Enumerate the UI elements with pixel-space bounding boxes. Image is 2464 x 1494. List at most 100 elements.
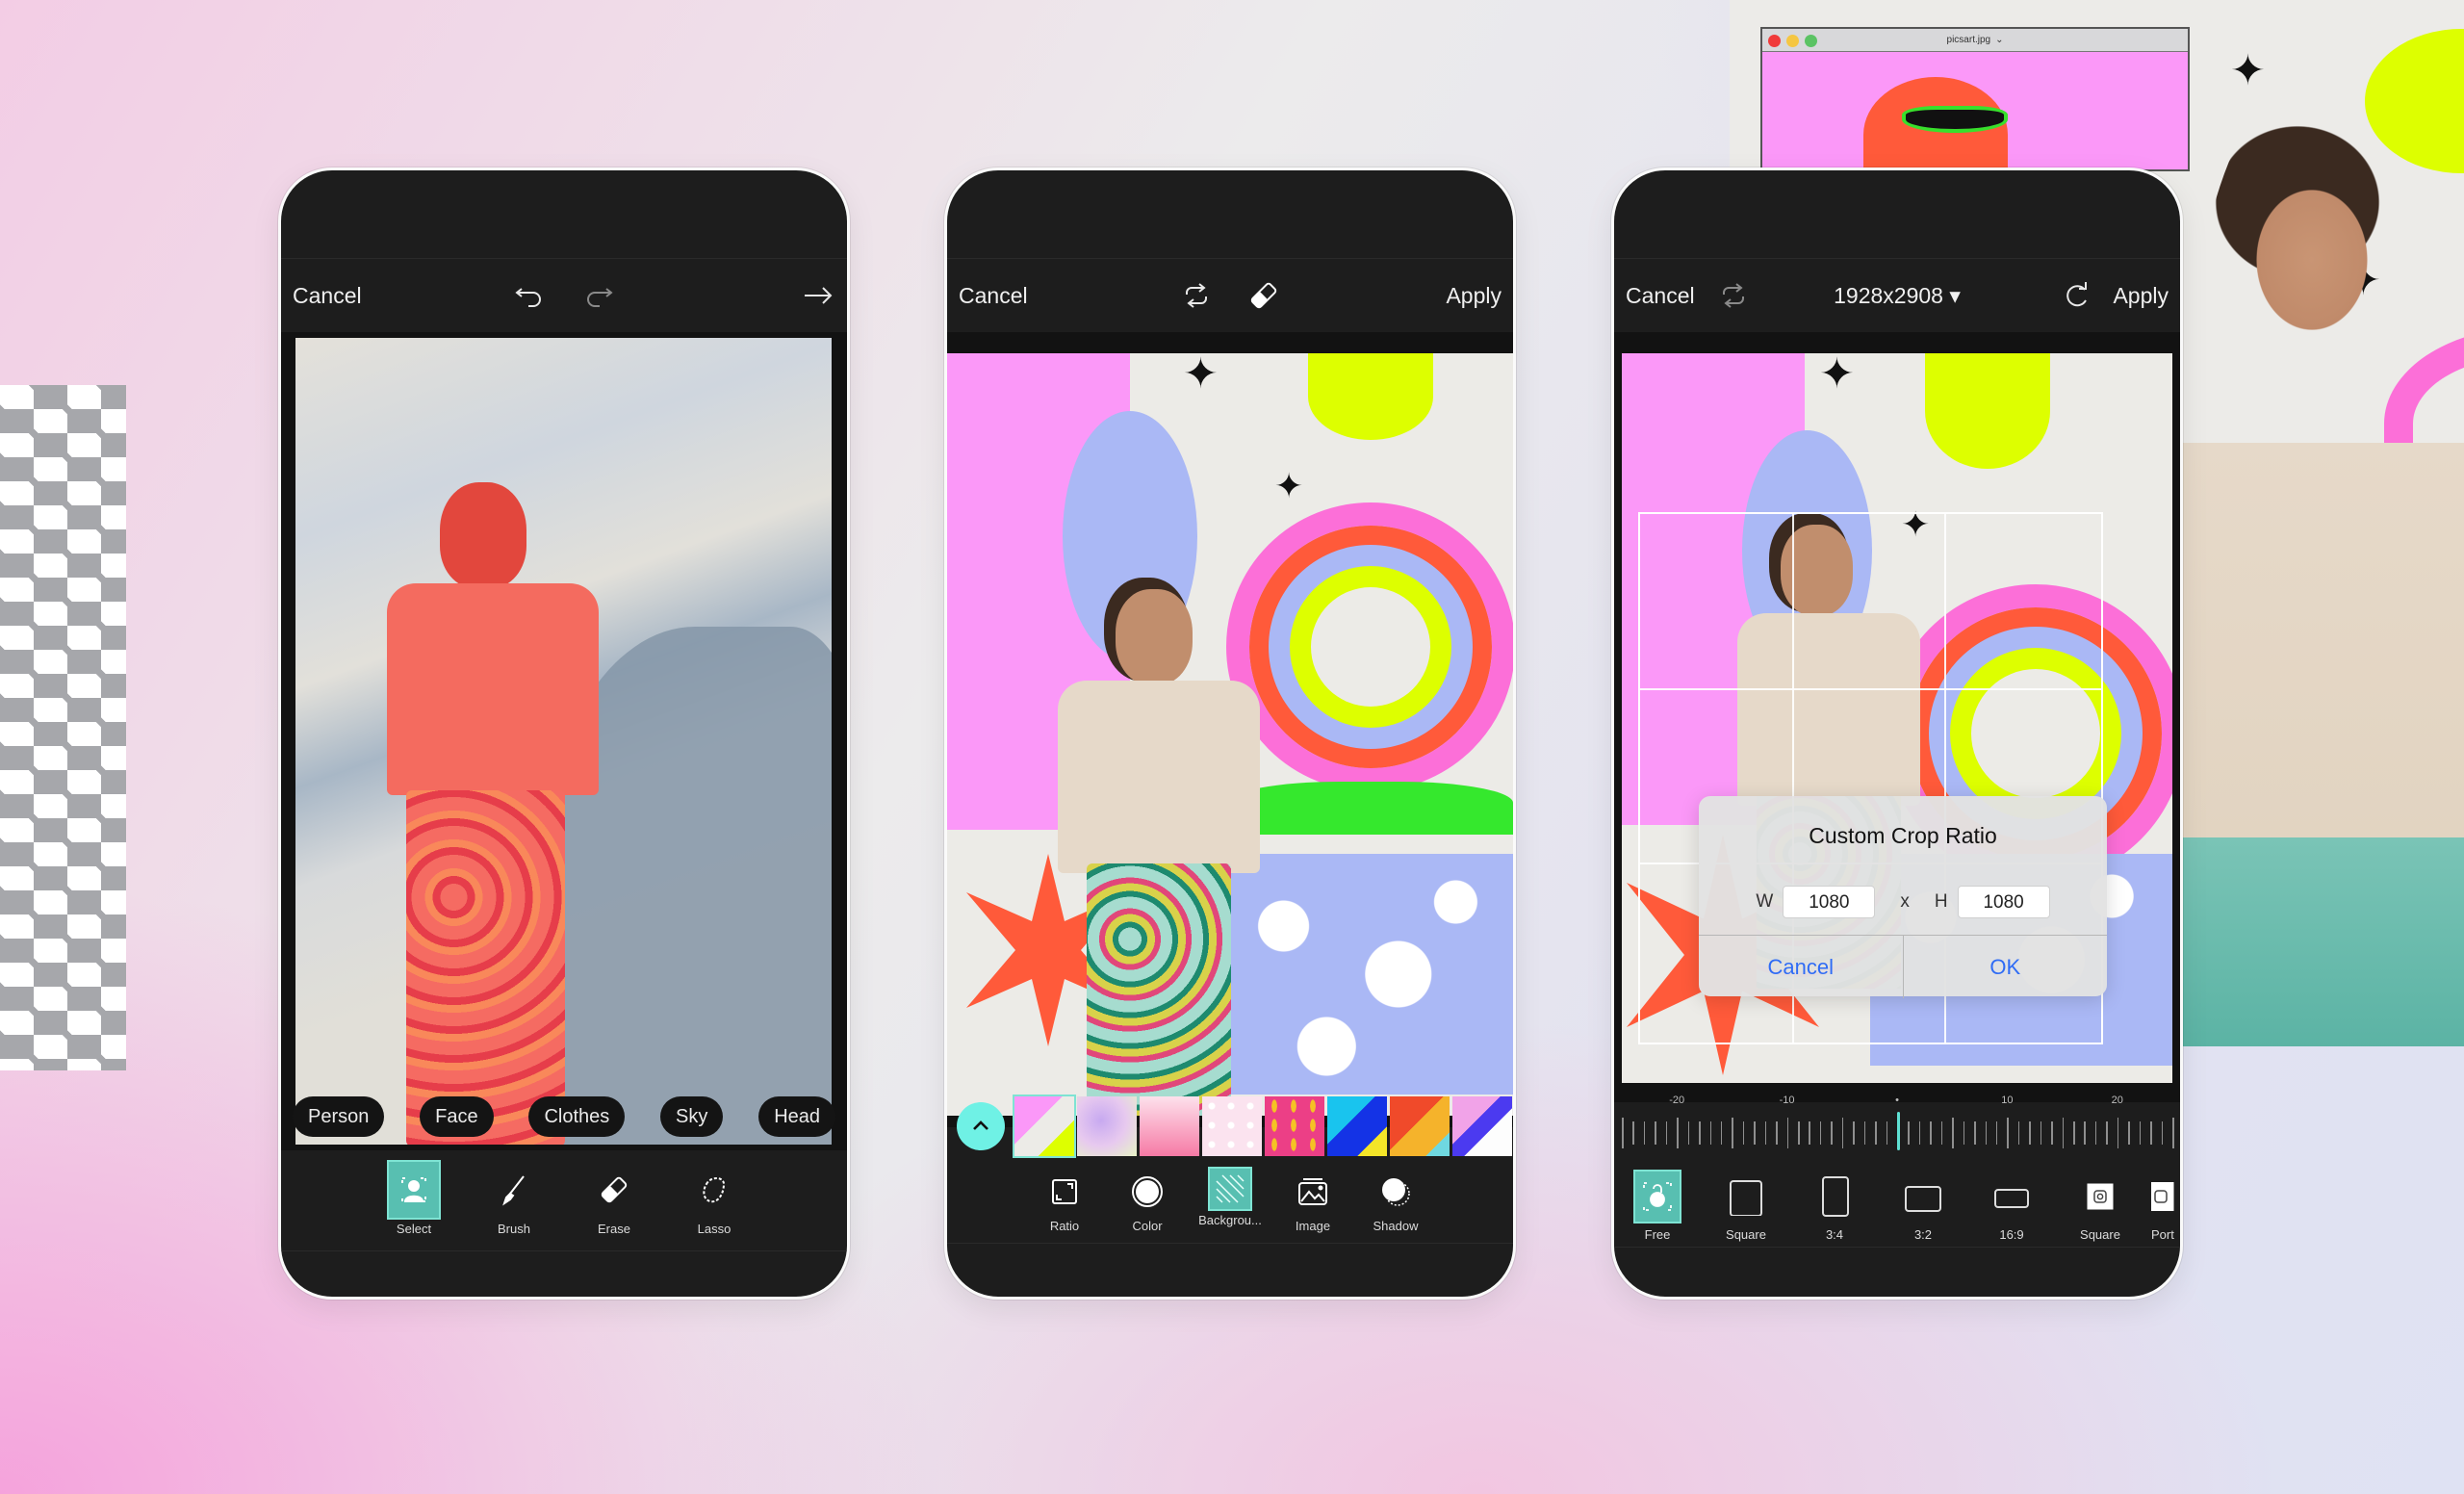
tool-bar: Ratio Color Backgrou... Image Shadow: [947, 1167, 1513, 1233]
unlock-free-icon: [1633, 1170, 1681, 1224]
ruler-tick: [1709, 1121, 1712, 1145]
canvas-area: ✦ ✦: [947, 332, 1513, 1127]
tool-label: Color: [1132, 1219, 1163, 1233]
straighten-ruler[interactable]: -20 -10 • 10 20: [1622, 1095, 2174, 1162]
eraser-icon[interactable]: [1246, 278, 1281, 313]
swatch-lilac-blur[interactable]: [1077, 1096, 1137, 1156]
swatch-blue-paint[interactable]: [1327, 1096, 1387, 1156]
photo-canvas[interactable]: [295, 338, 832, 1145]
minimize-window-dot[interactable]: [1786, 35, 1799, 47]
swatch-red-orange-paint[interactable]: [1390, 1096, 1450, 1156]
ruler-tick: [1776, 1121, 1778, 1145]
ratio-free[interactable]: Free: [1620, 1170, 1695, 1242]
ratio-instagram-portrait[interactable]: Port: [2151, 1170, 2180, 1242]
swatch-pink-gradient[interactable]: [1140, 1096, 1199, 1156]
chip-face[interactable]: Face: [420, 1096, 494, 1137]
ruler-tick: [1875, 1121, 1877, 1145]
tool-erase[interactable]: Erase: [564, 1160, 664, 1236]
tool-label: Ratio: [1049, 1219, 1080, 1233]
swatch-sticker-collage[interactable]: [1013, 1095, 1076, 1158]
landscape-3-2-icon: [1899, 1170, 1947, 1224]
dimensions-dropdown[interactable]: 1928x2908 ▾: [1834, 283, 1961, 309]
ruler-tick: [1798, 1121, 1800, 1145]
redo-icon[interactable]: [580, 278, 615, 313]
crop-grid-line: [1640, 688, 2101, 691]
ruler-label: 20: [2111, 1095, 2123, 1106]
traffic-lights: [1768, 35, 1817, 47]
chip-person[interactable]: Person: [293, 1096, 385, 1137]
instagram-square-icon: [2076, 1170, 2124, 1224]
custom-crop-ratio-dialog: Custom Crop Ratio W 1080 x H 1080 Cancel…: [1699, 796, 2108, 998]
width-label: W: [1756, 891, 1774, 912]
ratio-3-4[interactable]: 3:4: [1797, 1170, 1872, 1242]
tool-color[interactable]: Color: [1106, 1167, 1189, 1233]
ruler-tick: [1699, 1121, 1701, 1145]
top-toolbar: Cancel: [281, 259, 847, 332]
tool-image[interactable]: Image: [1271, 1167, 1354, 1233]
tool-brush[interactable]: Brush: [464, 1160, 564, 1236]
ratio-square[interactable]: Square: [1708, 1170, 1784, 1242]
photo-canvas[interactable]: ✦ ✦: [947, 353, 1513, 1116]
tool-label: Lasso: [697, 1222, 732, 1236]
ratio-instagram-square[interactable]: Square: [2063, 1170, 2138, 1242]
undo-icon[interactable]: [513, 278, 548, 313]
landscape-16-9-icon: [1988, 1170, 2036, 1224]
ruler-tick: [1687, 1121, 1690, 1145]
swatch-hot-pink-banana[interactable]: [1265, 1096, 1324, 1156]
swap-icon[interactable]: [1716, 278, 1751, 313]
ruler-tick: [1974, 1121, 1976, 1145]
ruler-label: •: [1895, 1095, 1899, 1106]
tool-shadow[interactable]: Shadow: [1354, 1167, 1437, 1233]
chevron-up-icon: [973, 1120, 988, 1130]
shadow-icon: [1369, 1167, 1423, 1217]
ruler-tick: [1863, 1121, 1866, 1145]
maximize-window-dot[interactable]: [1805, 35, 1817, 47]
selected-person-body: [387, 583, 599, 795]
tool-lasso[interactable]: Lasso: [664, 1160, 764, 1236]
person-photo-cutout: [2182, 87, 2464, 1046]
rotate-icon[interactable]: [2059, 278, 2093, 313]
phone-background-screen: Cancel Apply ✦ ✦ Ratio Color Backgrou...…: [944, 167, 1516, 1300]
ruler-tick: [1952, 1118, 1954, 1148]
apply-button[interactable]: Apply: [2113, 283, 2169, 309]
expand-panel-button[interactable]: [957, 1102, 1005, 1150]
planet-illustration: [1925, 353, 2050, 469]
height-input[interactable]: 1080: [1957, 886, 2050, 918]
tool-select[interactable]: Select: [364, 1160, 464, 1236]
ratio-16-9[interactable]: 16:9: [1974, 1170, 2049, 1242]
ruler-ticks[interactable]: [1622, 1112, 2174, 1158]
tool-ratio[interactable]: Ratio: [1023, 1167, 1106, 1233]
ruler-tick: [1918, 1121, 1921, 1145]
cancel-button[interactable]: Cancel: [1626, 283, 1695, 309]
tool-background[interactable]: Backgrou...: [1189, 1167, 1271, 1233]
brush-icon: [487, 1160, 541, 1220]
close-window-dot[interactable]: [1768, 35, 1781, 47]
ruler-tick: [2150, 1121, 2152, 1145]
dimension-inputs: W 1080 x H 1080: [1699, 869, 2107, 935]
width-input[interactable]: 1080: [1783, 886, 1876, 918]
person-legs: [1087, 863, 1231, 1116]
ratio-3-2[interactable]: 3:2: [1886, 1170, 1961, 1242]
swatch-pale-pink-pattern[interactable]: [1202, 1096, 1262, 1156]
ruler-tick: [1632, 1121, 1634, 1145]
instagram-portrait-icon: [2151, 1170, 2180, 1224]
arrow-right-icon[interactable]: [801, 278, 835, 313]
cancel-button[interactable]: Cancel: [959, 283, 1028, 309]
times-separator: x: [1900, 891, 1910, 912]
tool-label: Erase: [598, 1222, 630, 1236]
chip-head[interactable]: Head: [758, 1096, 835, 1137]
dialog-ok-button[interactable]: OK: [1904, 936, 2108, 998]
apply-button[interactable]: Apply: [1446, 283, 1502, 309]
dialog-cancel-button[interactable]: Cancel: [1699, 936, 1904, 998]
chip-clothes[interactable]: Clothes: [528, 1096, 626, 1137]
cancel-button[interactable]: Cancel: [293, 283, 362, 309]
swatch-violet-paint[interactable]: [1452, 1096, 1512, 1156]
tool-label: Shadow: [1373, 1219, 1419, 1233]
window-title: picsart.jpg: [1946, 35, 1991, 45]
swap-icon[interactable]: [1179, 278, 1214, 313]
chip-sky[interactable]: Sky: [660, 1096, 724, 1137]
height-label: H: [1934, 891, 1948, 912]
mac-preview-window: picsart.jpg ⌄: [1760, 27, 2190, 193]
ruler-tick: [1940, 1121, 1943, 1145]
chevron-down-icon[interactable]: ⌄: [1995, 35, 2003, 45]
